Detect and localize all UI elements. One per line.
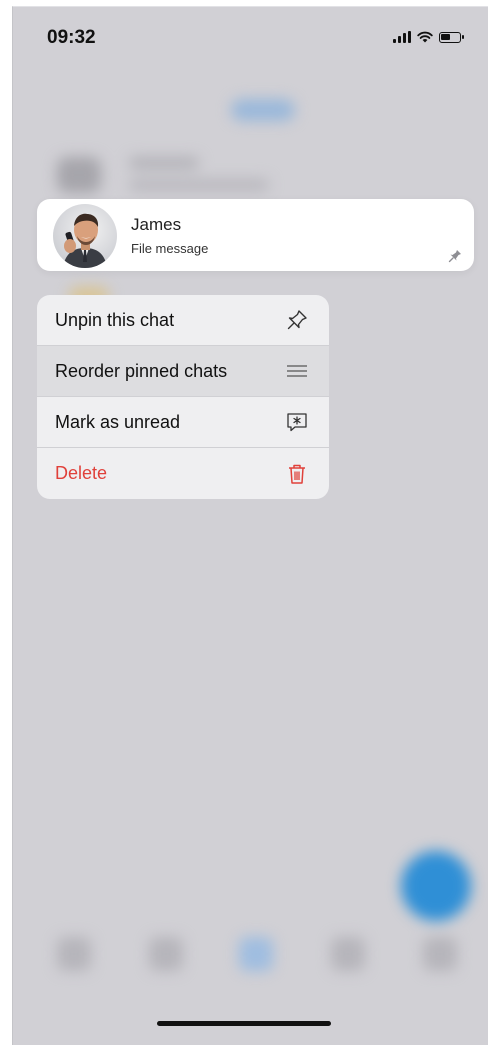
delete-chat-menu-item[interactable]: Delete (37, 448, 329, 499)
blurred-avatar (57, 157, 101, 193)
status-icons (393, 31, 464, 43)
cellular-signal-icon (393, 31, 411, 43)
blurred-text (129, 179, 269, 191)
status-time: 09:32 (47, 27, 96, 48)
reorder-pinned-chats-menu-item[interactable]: Reorder pinned chats (37, 346, 329, 397)
blurred-header-title (231, 99, 295, 121)
pin-icon (285, 308, 309, 332)
wifi-icon (417, 31, 433, 43)
mark-as-unread-menu-item[interactable]: Mark as unread (37, 397, 329, 448)
unread-message-icon (285, 410, 309, 434)
pin-icon (448, 250, 461, 263)
battery-icon (439, 31, 464, 43)
drag-handle-icon (285, 359, 309, 383)
blurred-tab (423, 937, 457, 971)
menu-item-label: Delete (55, 463, 108, 483)
menu-item-label: Reorder pinned chats (55, 360, 228, 381)
unpin-chat-menu-item[interactable]: Unpin this chat (37, 295, 329, 346)
blurred-text (129, 157, 199, 169)
blurred-tab (239, 937, 273, 971)
menu-item-label: Unpin this chat (55, 309, 175, 330)
menu-item-label: Mark as unread (55, 411, 181, 432)
home-indicator (157, 1021, 331, 1026)
blurred-tab (57, 937, 91, 971)
context-menu: Unpin this chat Reorder pinned chats Mar… (37, 295, 329, 499)
pinned-chat-preview[interactable]: James File message (37, 199, 474, 271)
blurred-background (13, 7, 488, 1045)
blurred-tab (331, 937, 365, 971)
trash-icon (285, 462, 309, 486)
blurred-compose-button (401, 851, 471, 921)
chat-name: James (131, 215, 182, 234)
app-screen: 09:32 James File message Unpin this chat… (12, 6, 488, 1045)
blurred-tab (149, 937, 183, 971)
chat-last-message: File message (131, 241, 209, 256)
avatar (53, 204, 117, 268)
